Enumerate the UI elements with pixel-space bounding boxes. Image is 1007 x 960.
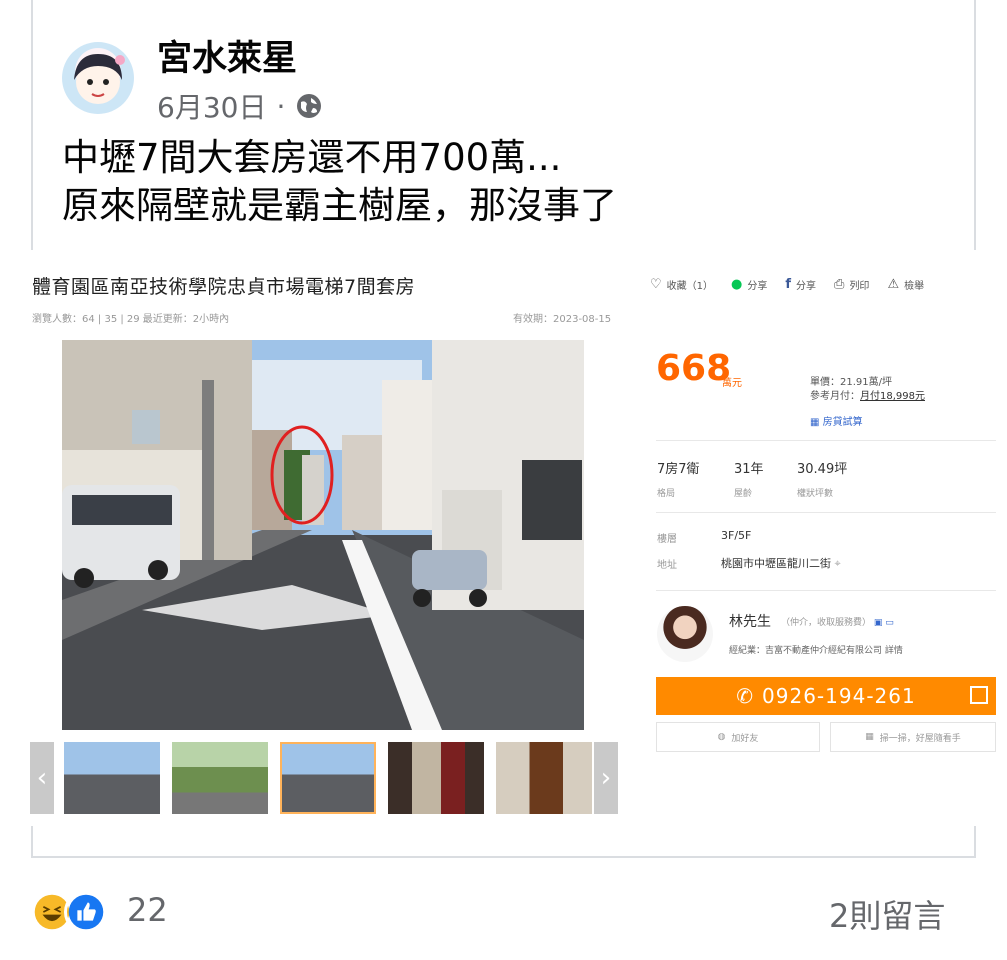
agent-company: 經紀業：吉富不動產仲介經紀有限公司 詳情: [729, 646, 903, 656]
calculator-icon: ▦: [810, 417, 820, 428]
listing-title: 體育園區南亞技術學院忠貞市場電梯7間套房: [32, 276, 416, 298]
thumbnail-1[interactable]: [64, 742, 160, 814]
print-icon: ⎙: [834, 277, 845, 292]
thumbnail-2[interactable]: [172, 742, 268, 814]
agent-avatar[interactable]: [657, 606, 713, 662]
add-friend-label: 加好友: [731, 733, 759, 744]
print-action[interactable]: ⎙ 列印: [834, 277, 869, 292]
main-listing-photo[interactable]: [62, 340, 584, 730]
listing-stats: 瀏覽人數：64 | 35 | 29 最近更新：2小時內: [32, 314, 230, 325]
post-line-1: 中壢7間大套房還不用700萬...: [62, 136, 562, 179]
floor-value: 3F/5F: [721, 529, 752, 542]
post-line-2: 原來隔壁就是霸主樹屋，那沒事了: [62, 184, 617, 227]
author-avatar[interactable]: [62, 42, 134, 114]
add-friend-button[interactable]: ◍ 加好友: [656, 722, 820, 752]
phone-button[interactable]: ✆ 0926-194-261: [656, 677, 996, 715]
id-card-icon[interactable]: ▣: [874, 618, 883, 628]
chat-icon[interactable]: ▭: [885, 618, 894, 628]
report-action[interactable]: ⚠ 檢舉: [887, 277, 924, 292]
listing-price: 668: [656, 348, 732, 389]
address-text: 桃園市中壢區龍川二街: [721, 557, 831, 570]
post-body: 中壢7間大套房還不用700萬... 原來隔壁就是霸主樹屋，那沒事了: [62, 134, 617, 230]
divider: [656, 440, 996, 441]
scan-label: 掃一掃，好屋隨看手: [879, 733, 961, 744]
line-share-label: 分享: [747, 281, 768, 292]
reaction-count[interactable]: 22: [127, 891, 168, 929]
map-pin-icon[interactable]: ⌖: [835, 557, 841, 570]
facebook-share-action[interactable]: f 分享: [785, 277, 816, 292]
listing-actions: ♡ 收藏（1） ● 分享 f 分享 ⎙ 列印 ⚠ 檢舉: [650, 277, 924, 292]
listing-valid-date: 有效期：2023-08-15: [513, 314, 612, 325]
spec-area-label: 權狀坪數: [797, 489, 834, 499]
monthly-payment: 參考月付：月付18,998元: [810, 390, 925, 404]
calc-label: 房貸試算: [822, 417, 863, 428]
thumbnail-strip: ‹ ›: [30, 742, 618, 814]
listing-screenshot: 體育園區南亞技術學院忠貞市場電梯7間套房 瀏覽人數：64 | 35 | 29 最…: [0, 250, 1007, 830]
thumbnail-5[interactable]: [496, 742, 592, 814]
print-label: 列印: [849, 281, 870, 292]
mortgage-calc-link[interactable]: ▦ 房貸試算: [810, 413, 863, 428]
warning-icon: ⚠: [887, 277, 900, 292]
author-name[interactable]: 宮水萊星: [157, 30, 297, 81]
scan-button[interactable]: ▦ 掃一掃，好屋隨看手: [830, 722, 996, 752]
phone-icon: ✆: [736, 684, 755, 708]
spec-area-value: 30.49坪: [797, 462, 848, 477]
unit-price-block: 單價：21.91萬/坪 參考月付：月付18,998元: [810, 376, 925, 404]
reactions[interactable]: [30, 890, 108, 934]
divider: [656, 590, 996, 591]
like-icon: [64, 890, 108, 934]
spec-age-value: 31年: [734, 462, 764, 477]
chevron-left-icon[interactable]: ‹: [30, 742, 54, 814]
post-date[interactable]: 6月30日: [157, 86, 266, 126]
thumbnail-4[interactable]: [388, 742, 484, 814]
thumbnail-3[interactable]: [280, 742, 376, 814]
spec-layout-label: 格局: [657, 489, 676, 499]
unit-price: 單價：21.91萬/坪: [810, 377, 892, 388]
address-label: 地址: [657, 560, 677, 571]
avatar-illustration: [74, 54, 125, 104]
spec-age-label: 屋齡: [734, 489, 753, 499]
divider: [656, 512, 996, 513]
agent-name: 林先生: [729, 614, 771, 630]
floor-label: 樓層: [657, 534, 677, 545]
post-meta: 6月30日 ·: [157, 86, 323, 126]
phone-number: 0926-194-261: [762, 684, 916, 708]
facebook-icon: f: [785, 277, 792, 292]
favorite-action[interactable]: ♡ 收藏（1）: [650, 277, 713, 292]
heart-icon: ♡: [650, 277, 662, 292]
favorite-label: 收藏（1）: [666, 281, 714, 292]
line-share-action[interactable]: ● 分享: [731, 277, 767, 292]
line-icon: ●: [731, 277, 743, 292]
comment-count[interactable]: 2則留言: [829, 891, 945, 937]
monthly-prefix: 參考月付：: [810, 391, 860, 402]
agent-tag: （仲介，收取服務費） ▣ ▭: [781, 615, 894, 628]
qr-code-icon[interactable]: [970, 686, 988, 704]
facebook-share-label: 分享: [796, 281, 817, 292]
street-photo: [62, 340, 584, 730]
address-value: 桃園市中壢區龍川二街 ⌖: [721, 555, 841, 571]
spec-layout-value: 7房7衛: [657, 462, 700, 477]
meta-separator: ·: [276, 89, 286, 123]
line-chat-icon: ◍: [717, 732, 726, 742]
report-label: 檢舉: [904, 281, 925, 292]
monthly-link[interactable]: 月付18,998元: [860, 391, 925, 402]
chevron-right-icon[interactable]: ›: [594, 742, 618, 814]
agent-tag-text: （仲介，收取服務費）: [781, 618, 872, 628]
price-unit: 萬元: [722, 378, 742, 389]
post-card-frame-bottom: [31, 826, 976, 858]
scan-qr-icon: ▦: [865, 732, 874, 742]
globe-icon[interactable]: [295, 92, 323, 120]
